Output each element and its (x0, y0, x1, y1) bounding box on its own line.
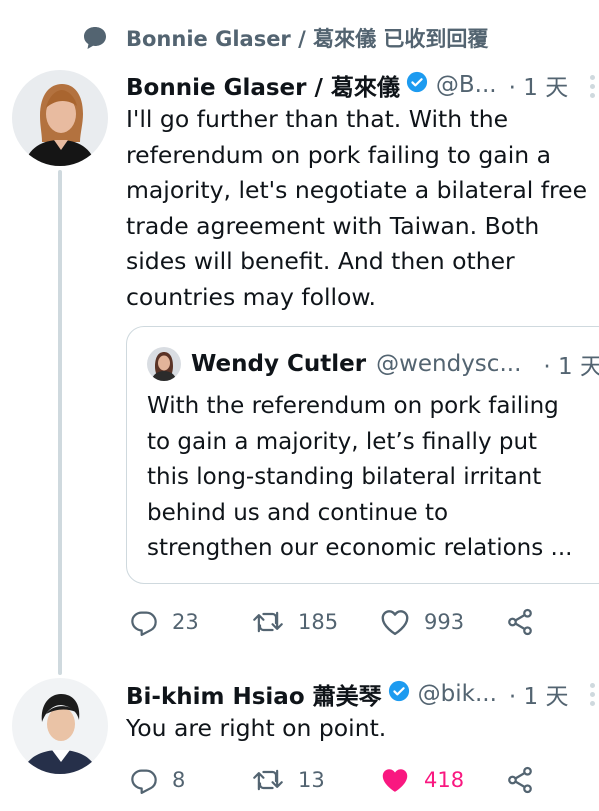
tweet-timestamp[interactable]: · 1 天 (509, 677, 569, 711)
verified-badge-icon (388, 680, 410, 708)
tweet-timestamp[interactable]: · 1 天 (509, 68, 569, 102)
reply-icon (130, 766, 158, 794)
quote-author-name: Wendy Cutler (191, 351, 367, 377)
like-count: 993 (424, 610, 465, 634)
social-context[interactable]: Bonnie Glaser / 葛來儀 已收到回覆 (82, 20, 488, 56)
retweet-count: 13 (298, 768, 325, 792)
share-icon (505, 765, 535, 795)
reply-count: 23 (172, 610, 199, 634)
share-icon (505, 607, 535, 637)
like-button[interactable]: 993 (380, 602, 464, 642)
verified-badge-icon (406, 71, 428, 99)
more-options-icon[interactable] (590, 75, 596, 98)
tweet-action-bar: 23 185 993 (0, 602, 599, 642)
thread-connector-line (58, 170, 62, 675)
tweet-action-bar: 8 13 418 (0, 760, 599, 800)
retweet-button[interactable]: 185 (252, 602, 338, 642)
social-context-text: Bonnie Glaser / 葛來儀 已收到回覆 (126, 27, 489, 51)
reply-button[interactable]: 23 (130, 602, 199, 642)
speech-bubble-icon (82, 25, 108, 51)
quote-text: With the referendum on pork failing to g… (147, 393, 573, 562)
retweet-icon (252, 608, 284, 636)
tweet-header: Bi-khim Hsiao 蕭美琴 @bik... · 1 天 (126, 677, 568, 711)
author-name[interactable]: Bonnie Glaser / 葛來儀 (126, 68, 400, 102)
retweet-count: 185 (298, 610, 339, 634)
more-options-icon[interactable] (590, 683, 596, 706)
quote-avatar (147, 347, 181, 381)
tweet-header: Bonnie Glaser / 葛來儀 @B... · 1 天 (126, 68, 568, 102)
retweet-button[interactable]: 13 (252, 760, 325, 800)
quote-timestamp: · 1 天 (543, 354, 599, 380)
quote-header: Wendy Cutler @wendysc... · 1 天 (147, 347, 599, 381)
reply-button[interactable]: 8 (130, 760, 185, 800)
author-name[interactable]: Bi-khim Hsiao 蕭美琴 (126, 677, 382, 711)
share-button[interactable] (505, 760, 535, 800)
author-handle[interactable]: @B... (436, 72, 497, 98)
share-button[interactable] (505, 602, 535, 642)
reply-count: 8 (172, 768, 186, 792)
quoted-tweet-card[interactable]: Wendy Cutler @wendysc... · 1 天 With the … (126, 326, 599, 584)
heart-outline-icon (380, 608, 410, 636)
like-count: 418 (424, 768, 465, 792)
heart-filled-icon (380, 766, 410, 794)
reply-icon (130, 608, 158, 636)
author-handle[interactable]: @bik... (418, 681, 497, 707)
like-button[interactable]: 418 (380, 760, 464, 800)
tweet-text: You are right on point. (126, 714, 387, 742)
retweet-icon (252, 766, 284, 794)
tweet-text: I'll go further than that. With the refe… (126, 105, 588, 311)
quote-author-handle: @wendysc... (376, 351, 522, 377)
avatar[interactable] (12, 70, 108, 166)
